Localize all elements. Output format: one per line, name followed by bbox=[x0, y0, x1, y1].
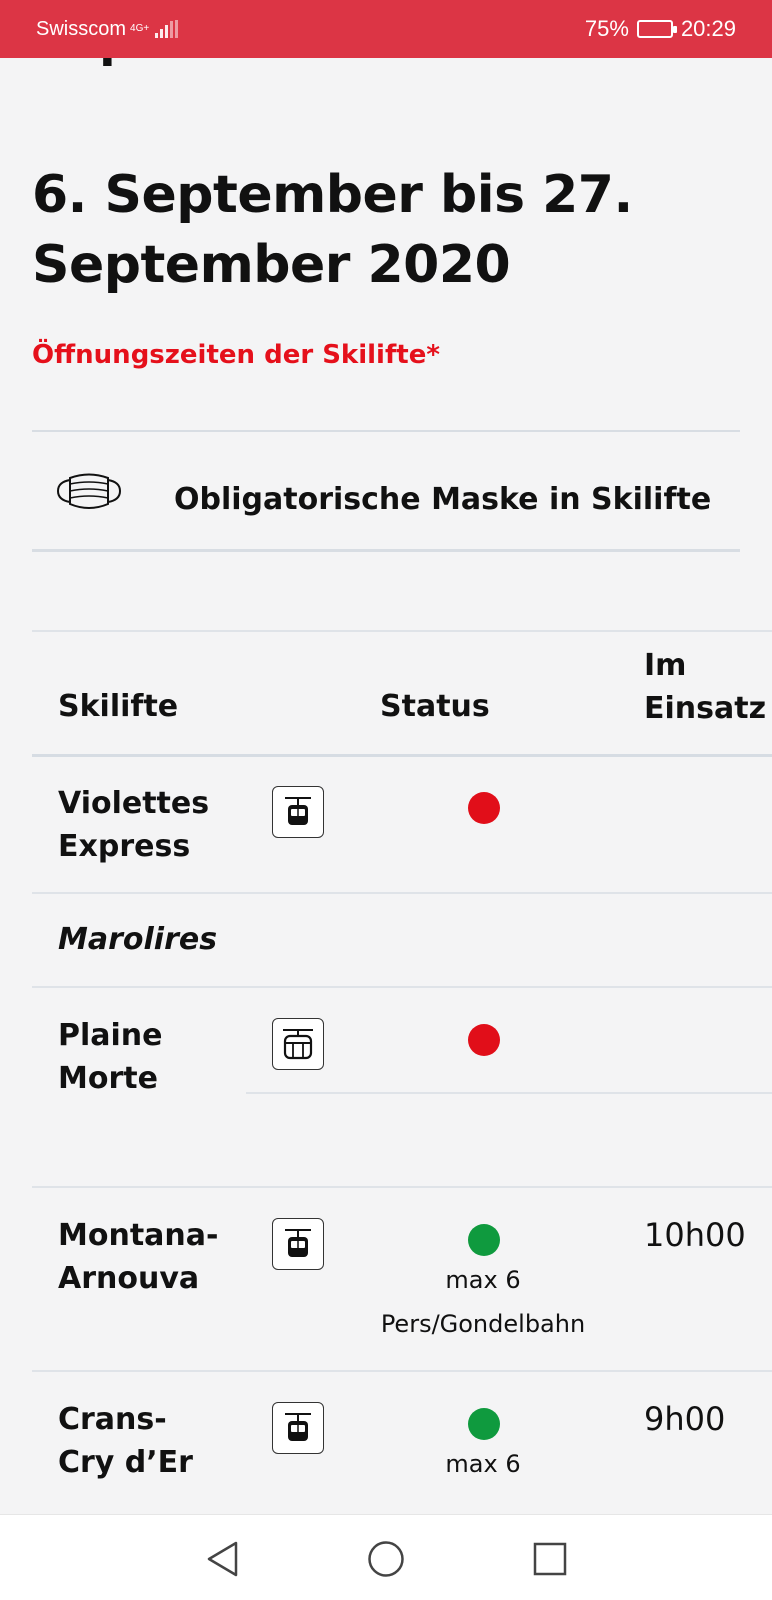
home-icon[interactable] bbox=[364, 1537, 408, 1581]
row-divider bbox=[32, 1186, 772, 1188]
status-indicator-closed bbox=[468, 1024, 500, 1056]
lift-name-line1: Plaine bbox=[58, 1018, 163, 1053]
row-subdivider bbox=[246, 1092, 772, 1094]
page-title: 6. September bis 27. September 2020 bbox=[32, 160, 732, 300]
header-in-use-line2: Einsatz bbox=[644, 691, 767, 726]
status-indicator-closed bbox=[468, 792, 500, 824]
navigation-bar bbox=[0, 1514, 772, 1600]
opening-hours-link[interactable]: Öffnungszeiten der Skilifte* bbox=[32, 340, 440, 370]
mask-notice: Obligatorische Maske in Skilifte bbox=[32, 430, 740, 552]
carrier-name: Swisscom bbox=[36, 17, 127, 40]
status-bar: Swisscom 4G+ 75% 20:29 bbox=[0, 0, 772, 58]
lift-name: Plaine Morte bbox=[58, 1014, 163, 1100]
header-status: Status bbox=[380, 689, 490, 724]
status-indicator-open bbox=[468, 1408, 500, 1440]
lift-name-line2: Arnouva bbox=[58, 1261, 200, 1296]
back-icon[interactable] bbox=[200, 1537, 244, 1581]
status-note: max 6 bbox=[373, 1442, 593, 1486]
status-note: max 6 Pers/Gondelbahn bbox=[373, 1258, 593, 1346]
network-type: 4G+ bbox=[130, 23, 150, 34]
clock: 20:29 bbox=[680, 16, 736, 41]
gondola-icon[interactable] bbox=[272, 1402, 324, 1454]
row-divider bbox=[32, 1370, 772, 1372]
status-note-line1: max 6 bbox=[445, 1450, 521, 1478]
battery-percent: 75% bbox=[584, 16, 629, 41]
page-title-line2: September 2020 bbox=[32, 235, 511, 295]
lift-name-line2: Morte bbox=[58, 1061, 158, 1096]
lift-name-line1: Violettes bbox=[58, 786, 210, 821]
page-title-line1: 6. September bis 27. bbox=[32, 165, 633, 225]
header-in-use: Im Einsatz bbox=[644, 644, 766, 730]
lift-name: Montana- Arnouva bbox=[58, 1214, 218, 1300]
carrier: Swisscom 4G+ bbox=[36, 17, 179, 41]
table-top-border bbox=[32, 630, 772, 632]
mask-notice-text: Obligatorische Maske in Skilifte bbox=[174, 482, 712, 517]
signal-icon bbox=[155, 20, 179, 38]
page-content[interactable]: September 2020 6. September bis 27. Sept… bbox=[0, 0, 772, 1514]
header-divider bbox=[32, 754, 772, 757]
recents-icon[interactable] bbox=[528, 1537, 572, 1581]
header-in-use-line1: Im bbox=[644, 648, 687, 683]
status-note-line2: Pers/Gondelbahn bbox=[380, 1310, 586, 1338]
lift-name: Violettes Express bbox=[58, 782, 209, 868]
row-divider bbox=[32, 892, 772, 894]
in-use-time: 10h00 bbox=[644, 1216, 746, 1254]
status-right: 75% 20:29 bbox=[585, 16, 736, 42]
group-label: Marolires bbox=[58, 922, 218, 957]
lift-name-line2: Express bbox=[58, 829, 191, 864]
status-indicator-open bbox=[468, 1224, 500, 1256]
in-use-time: 9h00 bbox=[644, 1400, 726, 1438]
lift-name-line2: Cry d’Er bbox=[58, 1445, 193, 1480]
gondola-icon[interactable] bbox=[272, 786, 324, 838]
header-lifts: Skilifte bbox=[58, 689, 179, 724]
face-mask-icon bbox=[56, 472, 122, 516]
lift-name-line1: Crans- bbox=[58, 1402, 167, 1437]
cable-car-icon[interactable] bbox=[272, 1018, 324, 1070]
battery-icon bbox=[636, 20, 677, 38]
gondola-icon[interactable] bbox=[272, 1218, 324, 1270]
status-note-line1: max 6 bbox=[445, 1266, 521, 1294]
lift-name: Crans- Cry d’Er bbox=[58, 1398, 193, 1484]
row-divider bbox=[32, 986, 772, 988]
lift-name-line1: Montana- bbox=[58, 1218, 219, 1253]
